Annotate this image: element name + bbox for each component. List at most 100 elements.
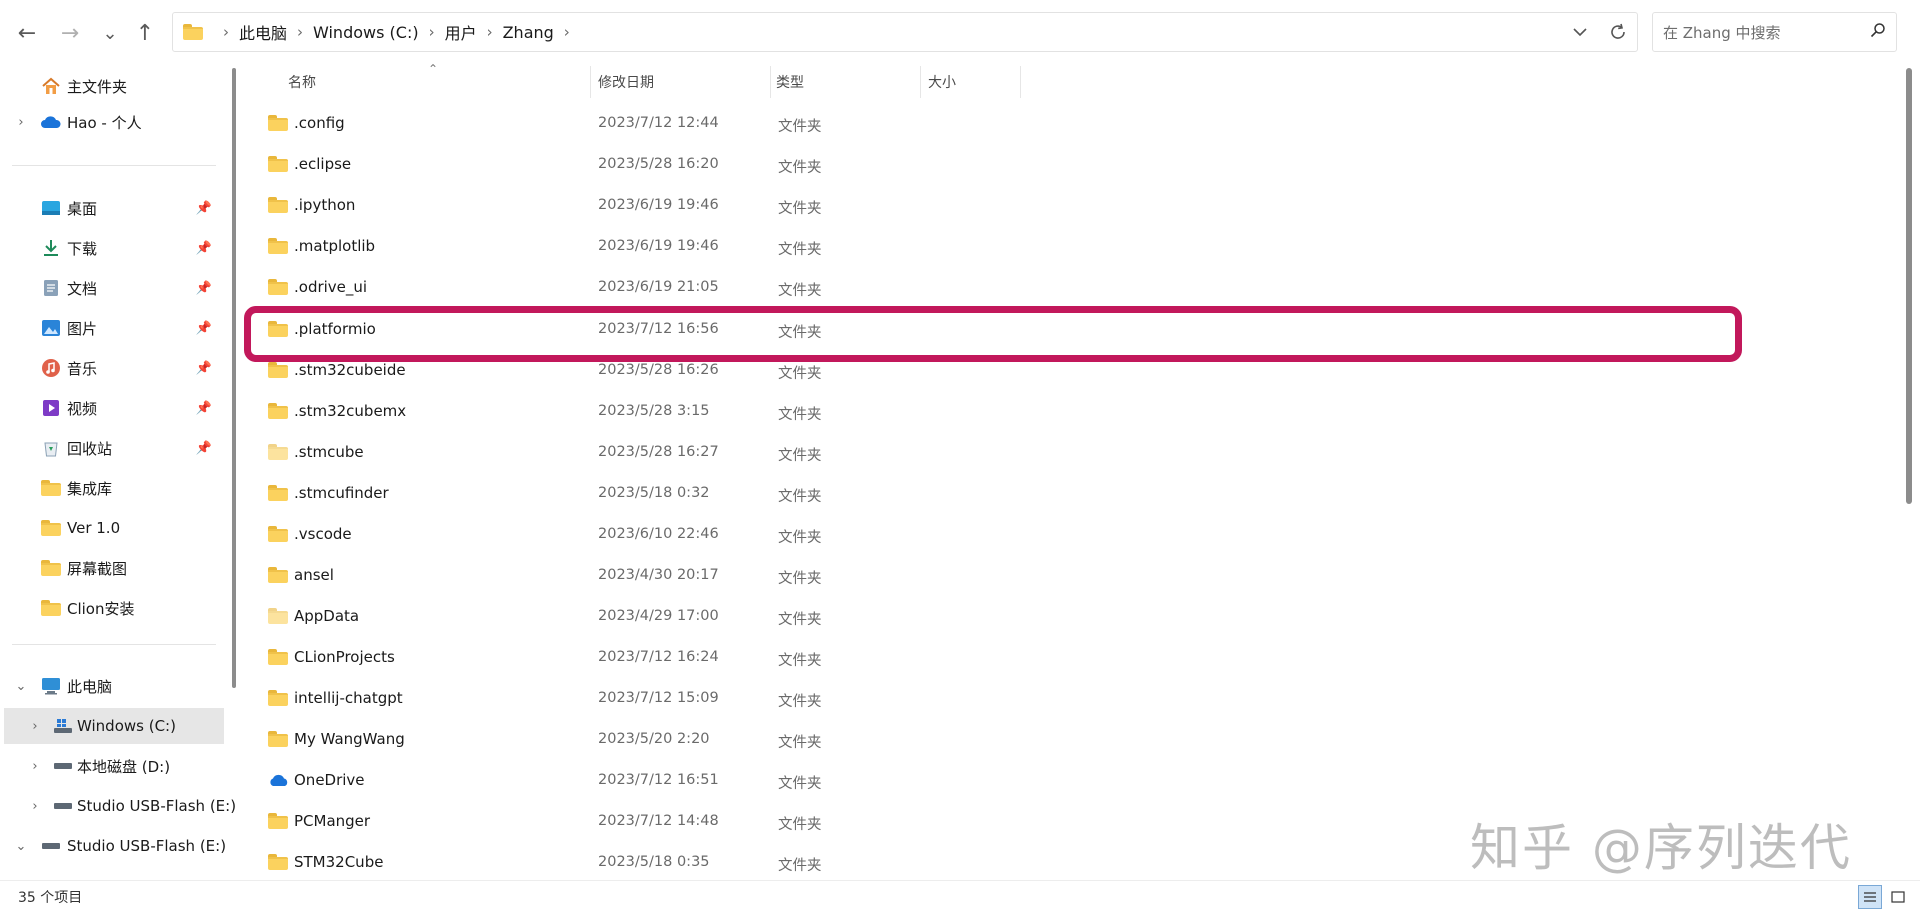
file-type: 文件夹 <box>778 201 822 217</box>
file-row[interactable]: .odrive_ui 2023/6/19 21:05 文件夹 <box>268 270 1748 306</box>
file-type: 文件夹 <box>778 735 822 751</box>
column-header-name[interactable]: 名称 <box>288 72 316 92</box>
breadcrumb-separator[interactable]: › <box>487 23 493 41</box>
search-box[interactable]: 在 Zhang 中搜索 <box>1652 12 1897 52</box>
file-type: 文件夹 <box>778 858 822 874</box>
file-row[interactable]: ansel 2023/4/30 20:17 文件夹 <box>268 558 1748 594</box>
up-button[interactable]: ↑ <box>130 18 160 48</box>
folder-icon <box>40 558 62 578</box>
file-date: 2023/7/12 15:09 <box>598 690 719 706</box>
breadcrumb-separator[interactable]: › <box>297 23 303 41</box>
sidebar-item-folder[interactable]: Ver 1.0 <box>0 510 224 546</box>
file-row[interactable]: My WangWang 2023/5/20 2:20 文件夹 <box>268 722 1748 758</box>
file-row[interactable]: .stm32cubemx 2023/5/28 3:15 文件夹 <box>268 394 1748 430</box>
breadcrumb-windows-c[interactable]: Windows (C:) <box>313 23 419 42</box>
sidebar-item-home[interactable]: 主文件夹 <box>0 68 224 104</box>
sidebar-item-label: 桌面 <box>67 199 98 218</box>
refresh-icon <box>1611 23 1625 39</box>
sidebar-item-label: 图片 <box>67 319 98 338</box>
file-name: My WangWang <box>294 730 405 748</box>
sidebar-item-folder[interactable]: 屏幕截图 <box>0 550 224 586</box>
pin-icon: 📌 <box>195 440 212 456</box>
drive-icon <box>52 796 74 816</box>
file-row[interactable]: AppData 2023/4/29 17:00 文件夹 <box>268 599 1748 635</box>
refresh-button[interactable] <box>1599 13 1637 51</box>
tiles-view-button[interactable] <box>1886 885 1910 909</box>
file-type: 文件夹 <box>778 612 822 628</box>
folder-icon <box>268 731 288 747</box>
file-type: 文件夹 <box>778 571 822 587</box>
breadcrumb-separator[interactable]: › <box>564 23 570 41</box>
sidebar-item-label: 本地磁盘 (D:) <box>77 757 171 776</box>
sidebar-scrollbar[interactable] <box>232 68 236 688</box>
sidebar-item-this-pc[interactable]: ⌄ 此电脑 <box>0 668 224 704</box>
sidebar-item-usb-e-root[interactable]: ⌄ Studio USB-Flash (E:) <box>0 828 227 864</box>
sidebar-item-folder[interactable]: 集成库 <box>0 470 224 506</box>
address-bar[interactable]: › 此电脑 › Windows (C:) › 用户 › Zhang › <box>172 12 1638 52</box>
file-type: 文件夹 <box>778 119 822 135</box>
breadcrumb-users[interactable]: 用户 <box>445 20 477 44</box>
documents-icon <box>40 278 62 298</box>
chevron-right-icon[interactable]: › <box>14 115 28 130</box>
divider <box>12 165 216 166</box>
breadcrumb-separator[interactable]: › <box>429 23 435 41</box>
pin-icon: 📌 <box>195 320 212 336</box>
pin-icon: 📌 <box>195 280 212 296</box>
file-row[interactable]: .config 2023/7/12 12:44 文件夹 <box>268 106 1748 142</box>
recent-locations-button[interactable]: ⌄ <box>95 18 125 48</box>
chevron-down-icon[interactable]: ⌄ <box>14 839 28 854</box>
column-divider[interactable] <box>920 66 921 98</box>
recycle-bin-icon <box>40 438 62 458</box>
chevron-right-icon[interactable]: › <box>28 799 42 814</box>
column-divider[interactable] <box>770 66 771 98</box>
file-row[interactable]: .stmcufinder 2023/5/18 0:32 文件夹 <box>268 476 1748 512</box>
breadcrumb-zhang[interactable]: Zhang <box>503 23 554 42</box>
column-header-type[interactable]: 类型 <box>776 72 804 92</box>
column-header-size[interactable]: 大小 <box>928 72 956 92</box>
file-row[interactable]: .matplotlib 2023/6/19 19:46 文件夹 <box>268 229 1748 265</box>
file-date: 2023/5/20 2:20 <box>598 731 710 747</box>
sidebar-item-windows-c[interactable]: › Windows (C:) <box>4 708 224 744</box>
address-history-button[interactable] <box>1561 13 1599 51</box>
details-view-button[interactable] <box>1858 885 1882 909</box>
forward-button[interactable]: → <box>55 18 85 48</box>
breadcrumb-this-pc[interactable]: 此电脑 <box>239 20 287 44</box>
sidebar-item-videos[interactable]: 视频 📌 <box>0 390 224 426</box>
file-row[interactable]: .vscode 2023/6/10 22:46 文件夹 <box>268 517 1748 553</box>
file-type: 文件夹 <box>778 366 822 382</box>
column-divider[interactable] <box>590 66 591 98</box>
sidebar-item-folder[interactable]: Clion安装 <box>0 590 224 626</box>
file-row[interactable]: .stmcube 2023/5/28 16:27 文件夹 <box>268 435 1748 471</box>
tiles-view-icon <box>1891 891 1905 903</box>
back-button[interactable]: ← <box>12 18 42 48</box>
sidebar-item-label: Clion安装 <box>67 599 135 618</box>
file-type: 文件夹 <box>778 489 822 505</box>
sidebar-item-desktop[interactable]: 桌面 📌 <box>0 190 224 226</box>
file-list-scrollbar[interactable] <box>1906 68 1912 504</box>
sidebar-item-pictures[interactable]: 图片 📌 <box>0 310 224 346</box>
file-type: 文件夹 <box>778 817 822 833</box>
sidebar-item-onedrive[interactable]: › Hao - 个人 <box>0 104 224 140</box>
sidebar-item-downloads[interactable]: 下载 📌 <box>0 230 224 266</box>
file-name: OneDrive <box>294 771 365 789</box>
chevron-right-icon[interactable]: › <box>28 719 42 734</box>
file-date: 2023/7/12 16:51 <box>598 772 719 788</box>
sidebar-item-usb-e[interactable]: › Studio USB-Flash (E:) <box>0 788 236 824</box>
sidebar-item-label: 视频 <box>67 399 98 418</box>
file-row[interactable]: CLionProjects 2023/7/12 16:24 文件夹 <box>268 640 1748 676</box>
sidebar-item-drive-d[interactable]: › 本地磁盘 (D:) <box>0 748 224 784</box>
file-row[interactable]: .ipython 2023/6/19 19:46 文件夹 <box>268 188 1748 224</box>
file-type: 文件夹 <box>778 242 822 258</box>
sidebar-item-recycle-bin[interactable]: 回收站 📌 <box>0 430 224 466</box>
file-row[interactable]: .eclipse 2023/5/28 16:20 文件夹 <box>268 147 1748 183</box>
pin-icon: 📌 <box>195 240 212 256</box>
file-row[interactable]: intellij-chatgpt 2023/7/12 15:09 文件夹 <box>268 681 1748 717</box>
column-header-date[interactable]: 修改日期 <box>598 72 654 92</box>
sidebar-item-documents[interactable]: 文档 📌 <box>0 270 224 306</box>
sidebar-item-music[interactable]: 音乐 📌 <box>0 350 224 386</box>
file-row[interactable]: OneDrive 2023/7/12 16:51 文件夹 <box>268 763 1748 799</box>
chevron-right-icon[interactable]: › <box>28 759 42 774</box>
search-input[interactable]: 在 Zhang 中搜索 <box>1663 22 1781 43</box>
chevron-down-icon[interactable]: ⌄ <box>14 679 28 694</box>
column-divider[interactable] <box>1020 66 1021 98</box>
